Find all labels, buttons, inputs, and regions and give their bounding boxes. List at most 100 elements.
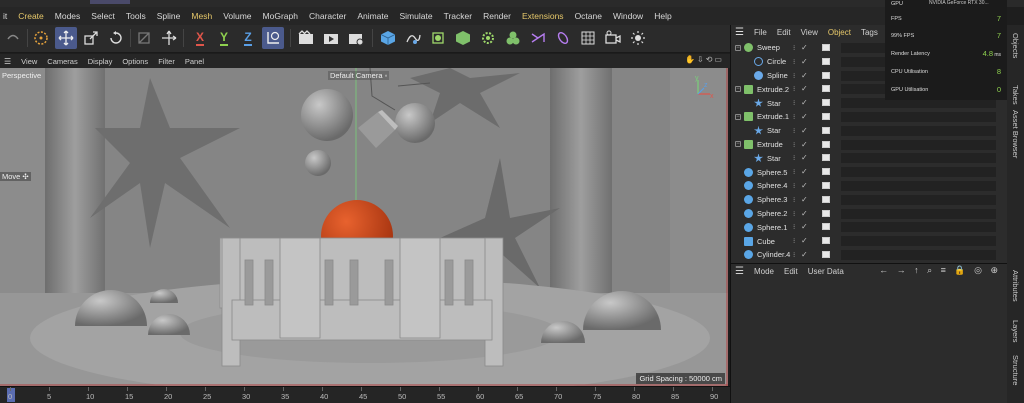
enable-check-icon[interactable]: ✓: [801, 236, 808, 245]
menu-volume[interactable]: Volume: [220, 11, 254, 21]
expand-toggle-icon[interactable]: −: [735, 113, 741, 120]
visibility-dots-icon[interactable]: ⁝: [793, 44, 796, 52]
z-axis-lock-button[interactable]: Z: [237, 27, 259, 49]
viewport-menu-display[interactable]: Display: [88, 57, 113, 66]
object-row[interactable]: Cylinder.4 ⁝ ✓: [731, 248, 1008, 262]
expand-toggle-icon[interactable]: −: [735, 86, 741, 93]
enable-check-icon[interactable]: ✓: [801, 250, 808, 259]
menu-octane[interactable]: Octane: [572, 11, 605, 21]
visibility-dots-icon[interactable]: ⁝: [793, 210, 796, 218]
object-name[interactable]: Sweep: [757, 43, 780, 52]
enable-check-icon[interactable]: ✓: [801, 209, 808, 218]
object-tag-icon[interactable]: [822, 112, 830, 120]
menu-select[interactable]: Select: [88, 11, 118, 21]
object-name[interactable]: Cylinder.4: [757, 250, 790, 259]
object-menu-tags[interactable]: Tags: [861, 28, 878, 37]
menu-window[interactable]: Window: [610, 11, 646, 21]
menu-it[interactable]: it: [0, 11, 10, 21]
menu-spline[interactable]: Spline: [154, 11, 184, 21]
field-icon[interactable]: [552, 27, 574, 49]
object-name[interactable]: Star: [767, 154, 781, 163]
object-row[interactable]: Sphere.1 ⁝ ✓: [731, 220, 1008, 234]
visibility-dots-icon[interactable]: ⁝: [793, 141, 796, 149]
viewport-menu-panel[interactable]: Panel: [185, 57, 204, 66]
visibility-dots-icon[interactable]: ⁝: [793, 182, 796, 190]
object-tag-icon[interactable]: [822, 195, 830, 203]
side-tab-asset-browser[interactable]: Asset Browser: [1011, 110, 1020, 158]
undo-icon[interactable]: [2, 27, 24, 49]
menu-extensions[interactable]: Extensions: [519, 11, 567, 21]
enable-check-icon[interactable]: ✓: [801, 167, 808, 176]
visibility-dots-icon[interactable]: ⁝: [793, 154, 796, 162]
floor-grid-icon[interactable]: [577, 27, 599, 49]
fracture-icon[interactable]: [502, 27, 524, 49]
light-icon[interactable]: [627, 27, 649, 49]
render-settings-icon[interactable]: [345, 27, 367, 49]
visibility-dots-icon[interactable]: ⁝: [793, 72, 796, 80]
rotate-tool-icon[interactable]: [105, 27, 127, 49]
cube-primitive-icon[interactable]: [377, 27, 399, 49]
render-view-icon[interactable]: [295, 27, 317, 49]
object-tag-icon[interactable]: [822, 250, 830, 258]
scale-tool-icon[interactable]: [80, 27, 102, 49]
side-tab-structure[interactable]: Structure: [1011, 355, 1020, 385]
side-tab-layers[interactable]: Layers: [1011, 320, 1020, 343]
viewport-menu-filter[interactable]: Filter: [158, 57, 175, 66]
object-row[interactable]: Sphere.5 ⁝ ✓: [731, 165, 1008, 179]
viewport-menu-view[interactable]: View: [21, 57, 37, 66]
object-row[interactable]: − Extrude ⁝ ✓: [731, 138, 1008, 152]
object-menu-file[interactable]: File: [754, 28, 767, 37]
menu-tracker[interactable]: Tracker: [441, 11, 476, 21]
object-name[interactable]: Extrude: [757, 140, 783, 149]
enable-check-icon[interactable]: ✓: [801, 57, 808, 66]
menu-help[interactable]: Help: [651, 11, 674, 21]
attributes-menu-edit[interactable]: Edit: [784, 267, 798, 276]
viewport-menu-cameras[interactable]: Cameras: [47, 57, 77, 66]
enable-check-icon[interactable]: ✓: [801, 112, 808, 121]
object-name[interactable]: Star: [767, 99, 781, 108]
enable-check-icon[interactable]: ✓: [801, 181, 808, 190]
side-tab-objects[interactable]: Objects: [1011, 33, 1020, 58]
object-row[interactable]: − Extrude.1 ⁝ ✓: [731, 110, 1008, 124]
object-tag-icon[interactable]: [822, 71, 830, 79]
object-name[interactable]: Cube: [757, 237, 775, 246]
menu-create[interactable]: Create: [15, 11, 47, 21]
object-name[interactable]: Sphere.3: [757, 195, 787, 204]
object-menu-object[interactable]: Object: [828, 28, 851, 37]
enable-check-icon[interactable]: ✓: [801, 140, 808, 149]
subdivision-surface-icon[interactable]: [427, 27, 449, 49]
side-tab-attributes[interactable]: Attributes: [1011, 270, 1020, 302]
object-menu-view[interactable]: View: [801, 28, 818, 37]
visibility-dots-icon[interactable]: ⁝: [793, 85, 796, 93]
viewport-menu-options[interactable]: Options: [122, 57, 148, 66]
visibility-dots-icon[interactable]: ⁝: [793, 237, 796, 245]
object-name[interactable]: Sphere.2: [757, 209, 787, 218]
viewport-hamburger-icon[interactable]: ☰: [4, 57, 11, 66]
pen-spline-icon[interactable]: [402, 27, 424, 49]
object-name[interactable]: Sphere.1: [757, 223, 787, 232]
object-name[interactable]: Star: [767, 126, 781, 135]
object-row[interactable]: Sphere.3 ⁝ ✓: [731, 193, 1008, 207]
visibility-dots-icon[interactable]: ⁝: [793, 196, 796, 204]
visibility-dots-icon[interactable]: ⁝: [793, 251, 796, 259]
menu-character[interactable]: Character: [306, 11, 349, 21]
object-row[interactable]: Star ⁝ ✓: [731, 124, 1008, 138]
visibility-dots-icon[interactable]: ⁝: [793, 58, 796, 66]
enable-check-icon[interactable]: ✓: [801, 153, 808, 162]
viewport-navigation-icons[interactable]: ✋⇩⟲▭: [685, 55, 724, 64]
attributes-nav-icons[interactable]: ← → ↑ ⌕ ≡ 🔒 ◎ ⊕: [879, 265, 1001, 276]
object-name[interactable]: Sphere.5: [757, 168, 787, 177]
expand-toggle-icon[interactable]: −: [735, 141, 741, 148]
active-layout-tab[interactable]: [90, 0, 130, 4]
object-tag-icon[interactable]: [822, 140, 830, 148]
object-menu-edit[interactable]: Edit: [777, 28, 791, 37]
attributes-menu-mode[interactable]: Mode: [754, 267, 774, 276]
visibility-dots-icon[interactable]: ⁝: [793, 113, 796, 121]
object-name[interactable]: Spline: [767, 71, 788, 80]
extrude-generator-icon[interactable]: [452, 27, 474, 49]
object-row[interactable]: Sphere.4 ⁝ ✓: [731, 179, 1008, 193]
3d-viewport[interactable]: Perspective Default Camera ◦ Move ✣ y x …: [0, 68, 728, 386]
enable-check-icon[interactable]: ✓: [801, 222, 808, 231]
cloner-icon[interactable]: [477, 27, 499, 49]
object-tag-icon[interactable]: [822, 237, 830, 245]
